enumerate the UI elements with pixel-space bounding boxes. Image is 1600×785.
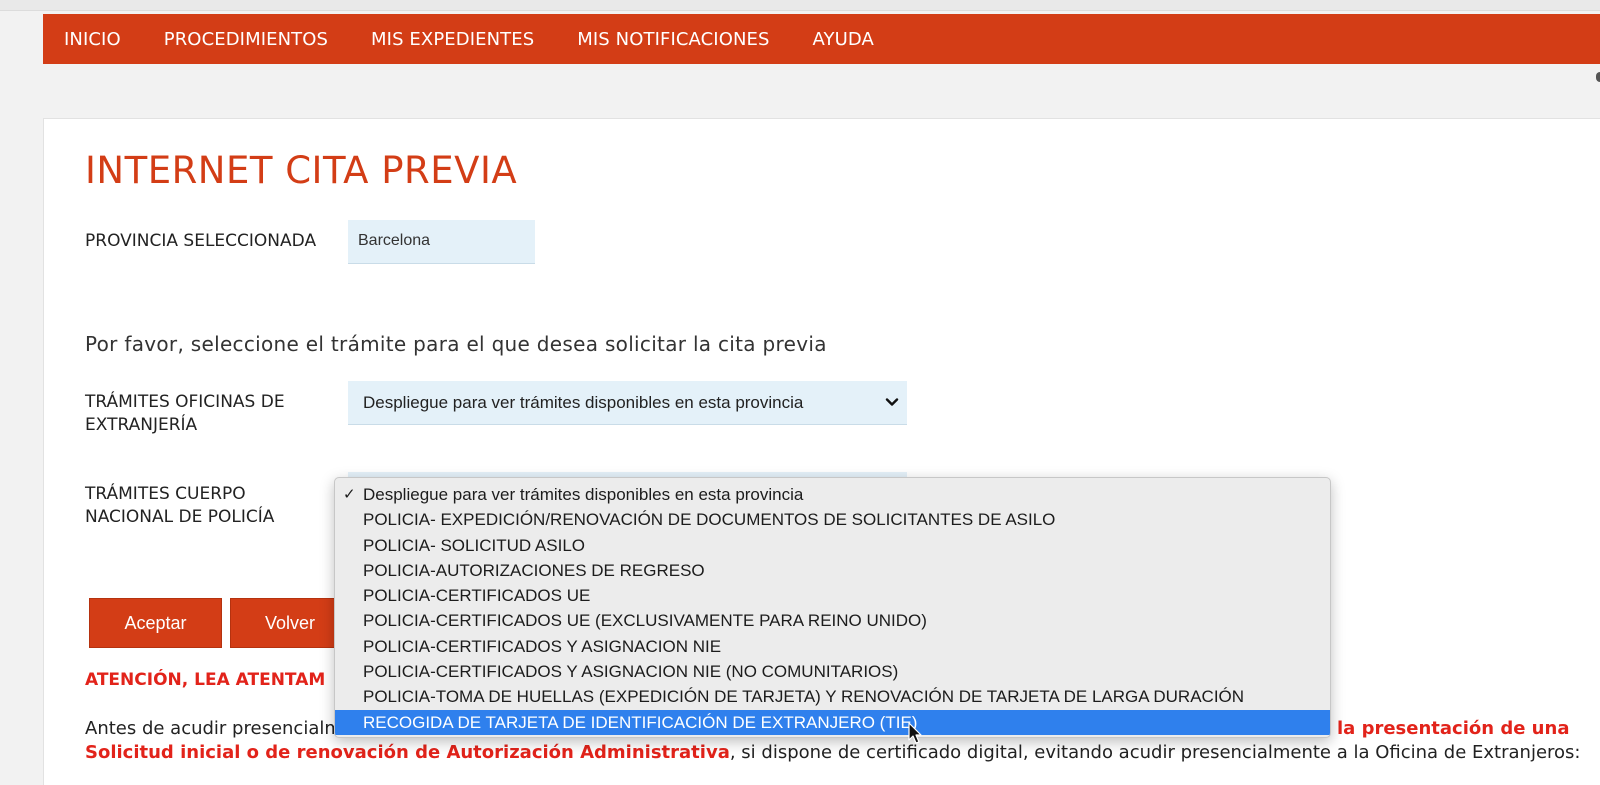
dropdown-option[interactable]: POLICIA-CERTIFICADOS Y ASIGNACION NIE — [335, 634, 1330, 659]
cut-off-glyph — [1596, 72, 1600, 82]
page-title: INTERNET CITA PREVIA — [85, 149, 518, 192]
attention-heading: ATENCIÓN, LEA ATENTAM — [85, 670, 326, 690]
extranjeria-label: TRÁMITES OFICINAS DE EXTRANJERÍA — [85, 392, 285, 435]
nav-item-procedimientos[interactable]: PROCEDIMIENTOS — [164, 29, 328, 50]
dropdown-option[interactable]: POLICIA-CERTIFICADOS Y ASIGNACION NIE (N… — [335, 659, 1330, 684]
dropdown-option-highlighted[interactable]: RECOGIDA DE TARJETA DE IDENTIFICACIÓN DE… — [335, 709, 1330, 735]
nav-item-mis-notificaciones[interactable]: MIS NOTIFICACIONES — [577, 29, 769, 50]
info-paragraph-line2-rest: , si dispone de certificado digital, evi… — [729, 742, 1581, 763]
checkmark-icon: ✓ — [343, 486, 356, 503]
extranjeria-select[interactable]: Despliegue para ver trámites disponibles… — [348, 381, 907, 425]
dropdown-option[interactable]: POLICIA-CERTIFICADOS UE — [335, 583, 1330, 608]
provincia-label: PROVINCIA SELECCIONADA — [85, 231, 317, 251]
back-button[interactable]: Volver — [230, 598, 350, 648]
nav-item-mis-expedientes[interactable]: MIS EXPEDIENTES — [371, 29, 534, 50]
dropdown-option[interactable]: POLICIA- EXPEDICIÓN/RENOVACIÓN DE DOCUME… — [335, 507, 1330, 532]
dropdown-option[interactable]: POLICIA-CERTIFICADOS UE (EXCLUSIVAMENTE … — [335, 608, 1330, 633]
nav-item-inicio[interactable]: INICIO — [64, 29, 121, 50]
chevron-down-icon — [885, 398, 899, 406]
info-paragraph-line1-highlight: la presentación de una — [1337, 718, 1570, 739]
dropdown-option[interactable]: ✓ Despliegue para ver trámites disponibl… — [335, 482, 1330, 507]
policia-dropdown-list: ✓ Despliegue para ver trámites disponibl… — [334, 477, 1331, 738]
browser-top-strip — [0, 0, 1600, 11]
info-paragraph-line1-start: Antes de acudir presencialm — [85, 718, 342, 739]
page: INICIO PROCEDIMIENTOS MIS EXPEDIENTES MI… — [0, 0, 1600, 785]
dropdown-option[interactable]: POLICIA-TOMA DE HUELLAS (EXPEDICIÓN DE T… — [335, 684, 1330, 709]
provincia-value-field: Barcelona — [348, 220, 535, 264]
dropdown-option-label: Despliegue para ver trámites disponibles… — [363, 485, 804, 504]
dropdown-option[interactable]: POLICIA-AUTORIZACIONES DE REGRESO — [335, 558, 1330, 583]
accept-button[interactable]: Aceptar — [89, 598, 222, 648]
info-paragraph-line2-highlight: Solicitud inicial o de renovación de Aut… — [85, 742, 730, 763]
nav-item-ayuda[interactable]: AYUDA — [813, 29, 874, 50]
main-navbar: INICIO PROCEDIMIENTOS MIS EXPEDIENTES MI… — [43, 14, 1600, 64]
instruction-text: Por favor, seleccione el trámite para el… — [85, 332, 827, 356]
policia-label: TRÁMITES CUERPO NACIONAL DE POLICÍA — [85, 484, 275, 527]
extranjeria-select-value: Despliegue para ver trámites disponibles… — [363, 393, 804, 412]
info-paragraph-line2: Solicitud inicial o de renovación de Aut… — [85, 742, 1580, 763]
dropdown-option[interactable]: POLICIA- SOLICITUD ASILO — [335, 533, 1330, 558]
